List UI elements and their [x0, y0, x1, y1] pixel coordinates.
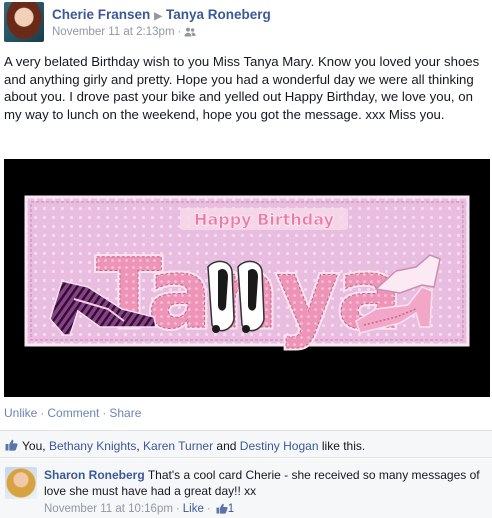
likes-summary: You, Bethany Knights, Karen Turner and D…	[0, 430, 492, 458]
comment-meta: November 11 at 10:16pm · Like · 1	[44, 503, 235, 517]
friends-icon[interactable]	[184, 27, 196, 40]
card-heading-text: Happy Birthday	[194, 210, 334, 229]
post-timestamp[interactable]: November 11 at 2:13pm	[52, 26, 175, 38]
post-actions: Unlike · Comment · Share	[4, 406, 142, 420]
comment-link[interactable]: Comment	[47, 406, 99, 420]
post-author-line: Cherie Fransen ▶ Tanya Roneberg	[52, 7, 271, 22]
liker-link-bethany[interactable]: Bethany Knights	[49, 439, 136, 453]
post-message: A very belated Birthday wish to you Miss…	[4, 54, 480, 122]
liker-link-karen[interactable]: Karen Turner	[143, 439, 213, 453]
comment-body: Sharon Roneberg That's a cool card Cheri…	[44, 468, 484, 499]
commenter-name-link[interactable]: Sharon Roneberg	[44, 468, 145, 482]
post-header: Cherie Fransen ▶ Tanya Roneberg November 1…	[4, 2, 484, 44]
thumbs-up-icon	[5, 439, 18, 454]
comment-item: Sharon Roneberg That's a cool card Cheri…	[0, 459, 492, 518]
comment-like-link[interactable]: Like	[183, 503, 204, 515]
comment-like-count[interactable]: 1	[228, 503, 234, 515]
author-avatar[interactable]	[4, 2, 44, 42]
author-name-link[interactable]: Cherie Fransen	[52, 7, 150, 22]
commenter-avatar[interactable]	[5, 467, 37, 499]
share-link[interactable]: Share	[109, 406, 141, 420]
birthday-card-image: Happy Birthday Tanya Tanya	[4, 159, 490, 397]
comment-timestamp[interactable]: November 11 at 10:16pm	[44, 503, 173, 515]
facebook-post: Cherie Fransen ▶ Tanya Roneberg November 1…	[0, 0, 492, 518]
post-meta: November 11 at 2:13pm ·	[52, 26, 196, 40]
thumbs-up-icon	[216, 503, 228, 517]
arrow-right-icon: ▶	[154, 11, 162, 22]
liker-link-destiny[interactable]: Destiny Hogan	[240, 439, 319, 453]
unlike-link[interactable]: Unlike	[4, 406, 37, 420]
recipient-name-link[interactable]: Tanya Roneberg	[166, 7, 271, 22]
post-photo[interactable]: Happy Birthday Tanya Tanya	[4, 159, 490, 397]
likes-text: You, Bethany Knights, Karen Turner and D…	[22, 439, 366, 453]
